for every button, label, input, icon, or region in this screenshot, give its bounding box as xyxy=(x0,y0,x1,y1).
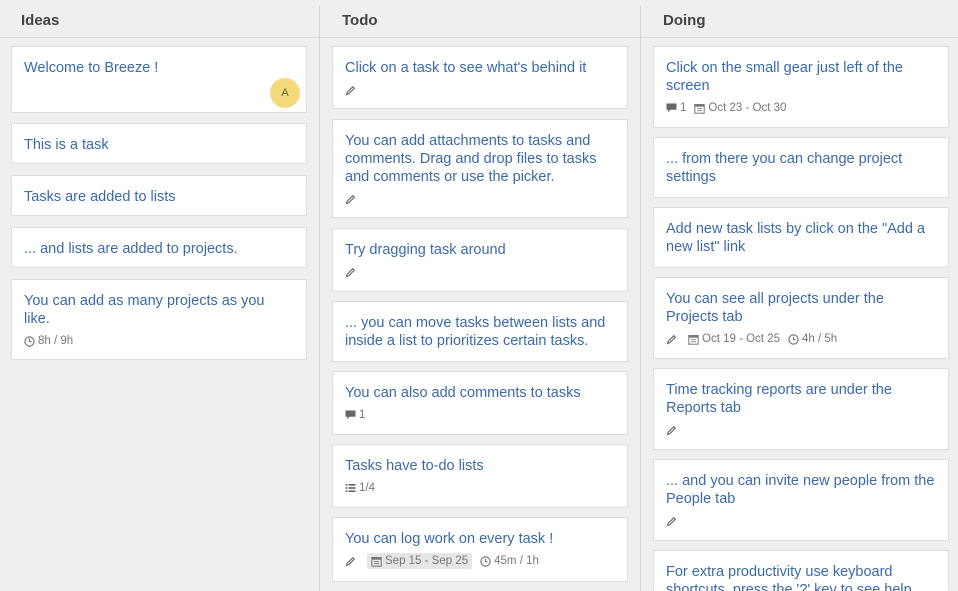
task-card[interactable]: You can see all projects under the Proje… xyxy=(653,277,949,359)
todo-progress: 1/4 xyxy=(345,482,375,494)
pencil-icon[interactable] xyxy=(345,267,356,278)
task-title: Tasks have to-do lists xyxy=(345,458,484,474)
date-range: Oct 23 - Oct 30 xyxy=(708,102,787,114)
task-meta: 1 xyxy=(345,407,373,423)
task-card[interactable]: ... and you can invite new people from t… xyxy=(653,459,949,541)
calendar-icon xyxy=(371,556,382,567)
comment-icon xyxy=(345,410,356,420)
task-card[interactable]: You can add attachments to tasks and com… xyxy=(332,119,628,218)
task-card[interactable]: ... from there you can change project se… xyxy=(653,137,949,198)
task-meta xyxy=(345,264,356,280)
task-title: You can also add comments to tasks xyxy=(345,385,581,401)
pencil-icon[interactable] xyxy=(666,334,677,345)
task-card[interactable]: For extra productivity use keyboard shor… xyxy=(653,550,949,591)
pencil-icon[interactable] xyxy=(345,194,356,205)
pencil-icon[interactable] xyxy=(345,556,356,567)
task-card[interactable]: You can log work on every task ! Sep 15 … xyxy=(332,517,628,582)
task-title: ... and lists are added to projects. xyxy=(24,241,238,257)
task-meta: 8h / 9h xyxy=(24,333,81,349)
todo-value: 1/4 xyxy=(359,482,375,494)
time-value: 8h / 9h xyxy=(38,335,74,347)
edit-action[interactable] xyxy=(666,334,680,345)
task-title: You can add as many projects as you like… xyxy=(24,293,265,327)
time-tracking: 4h / 5h xyxy=(788,333,837,345)
task-card[interactable]: This is a task xyxy=(11,123,307,164)
task-meta: Oct 19 - Oct 25 4h / 5h xyxy=(666,331,845,347)
task-title: This is a task xyxy=(24,137,109,153)
task-title: Click on a task to see what's behind it xyxy=(345,60,587,76)
task-title: You can add attachments to tasks and com… xyxy=(345,133,597,185)
due-date: Oct 23 - Oct 30 xyxy=(694,102,786,114)
avatar[interactable]: A xyxy=(270,78,300,108)
time-value: 4h / 5h xyxy=(801,333,838,345)
task-title: ... you can move tasks between lists and… xyxy=(345,315,606,349)
task-card[interactable]: Tasks have to-do lists 1/4 xyxy=(332,444,628,508)
list-header[interactable]: Todo xyxy=(320,0,640,38)
time-tracking: 45m / 1h xyxy=(480,555,539,567)
comment-count: 1 xyxy=(345,409,365,421)
task-card[interactable]: Try dragging task around xyxy=(332,228,628,292)
task-card[interactable]: Click on a task to see what's behind it xyxy=(332,46,628,109)
list-todo: Todo Click on a task to see what's behin… xyxy=(320,0,640,591)
task-title: Time tracking reports are under the Repo… xyxy=(666,382,892,416)
calendar-icon xyxy=(688,334,699,345)
task-title: For extra productivity use keyboard shor… xyxy=(666,564,912,591)
list-doing: Doing Click on the small gear just left … xyxy=(641,0,958,591)
pencil-icon[interactable] xyxy=(345,85,356,96)
time-tracking: 8h / 9h xyxy=(24,335,73,347)
task-card[interactable]: ... you can move tasks between lists and… xyxy=(332,301,628,362)
task-board: Ideas Welcome to Breeze ! A This is a ta… xyxy=(0,0,958,591)
task-title: Welcome to Breeze ! xyxy=(24,60,159,76)
comment-count: 1 xyxy=(666,102,686,114)
date-range: Oct 19 - Oct 25 xyxy=(702,333,780,345)
task-title: You can log work on every task ! xyxy=(345,531,554,547)
task-meta: Sep 15 - Sep 25 45m / 1h xyxy=(345,553,547,569)
task-meta xyxy=(666,422,677,438)
task-card[interactable]: ... and lists are added to projects. xyxy=(11,227,307,268)
checklist-icon xyxy=(345,484,356,492)
task-title: Click on the small gear just left of the… xyxy=(666,60,903,94)
task-card[interactable]: Welcome to Breeze ! A xyxy=(11,46,307,113)
task-meta: 1/4 xyxy=(345,480,383,496)
clock-icon xyxy=(788,333,799,345)
pencil-icon[interactable] xyxy=(666,425,677,436)
clock-icon xyxy=(24,335,35,347)
task-card[interactable]: You can also add comments to tasks 1 xyxy=(332,371,628,435)
comment-value: 1 xyxy=(680,102,687,114)
edit-action[interactable] xyxy=(345,556,359,567)
task-meta xyxy=(345,82,356,98)
comment-icon xyxy=(666,103,677,113)
task-title: Add new task lists by click on the "Add … xyxy=(666,221,926,255)
task-meta xyxy=(666,513,677,529)
task-title: ... from there you can change project se… xyxy=(666,151,903,185)
comment-value: 1 xyxy=(359,409,366,421)
pencil-icon[interactable] xyxy=(666,516,677,527)
task-title: You can see all projects under the Proje… xyxy=(666,291,884,325)
task-meta: 1 Oct 23 - Oct 30 xyxy=(666,100,794,116)
list-title: Doing xyxy=(663,12,706,29)
list-ideas: Ideas Welcome to Breeze ! A This is a ta… xyxy=(0,0,319,591)
task-title: Tasks are added to lists xyxy=(24,189,176,205)
task-card[interactable]: Tasks are added to lists xyxy=(11,175,307,216)
date-range: Sep 15 - Sep 25 xyxy=(385,555,469,567)
calendar-icon xyxy=(694,103,706,114)
list-title: Ideas xyxy=(21,12,60,29)
list-title: Todo xyxy=(342,12,378,29)
task-card[interactable]: You can add as many projects as you like… xyxy=(11,279,307,360)
task-card[interactable]: Click on the small gear just left of the… xyxy=(653,46,949,128)
due-date: Oct 19 - Oct 25 xyxy=(688,333,780,345)
task-title: ... and you can invite new people from t… xyxy=(666,473,935,507)
clock-icon xyxy=(480,555,491,567)
due-date: Sep 15 - Sep 25 xyxy=(367,553,473,569)
list-header[interactable]: Ideas xyxy=(0,0,319,38)
task-card[interactable]: Add new task lists by click on the "Add … xyxy=(653,207,949,268)
time-value: 45m / 1h xyxy=(494,555,539,567)
task-meta xyxy=(345,191,356,207)
task-card[interactable]: Time tracking reports are under the Repo… xyxy=(653,368,949,450)
task-title: Try dragging task around xyxy=(345,242,506,258)
list-header[interactable]: Doing xyxy=(641,0,958,38)
